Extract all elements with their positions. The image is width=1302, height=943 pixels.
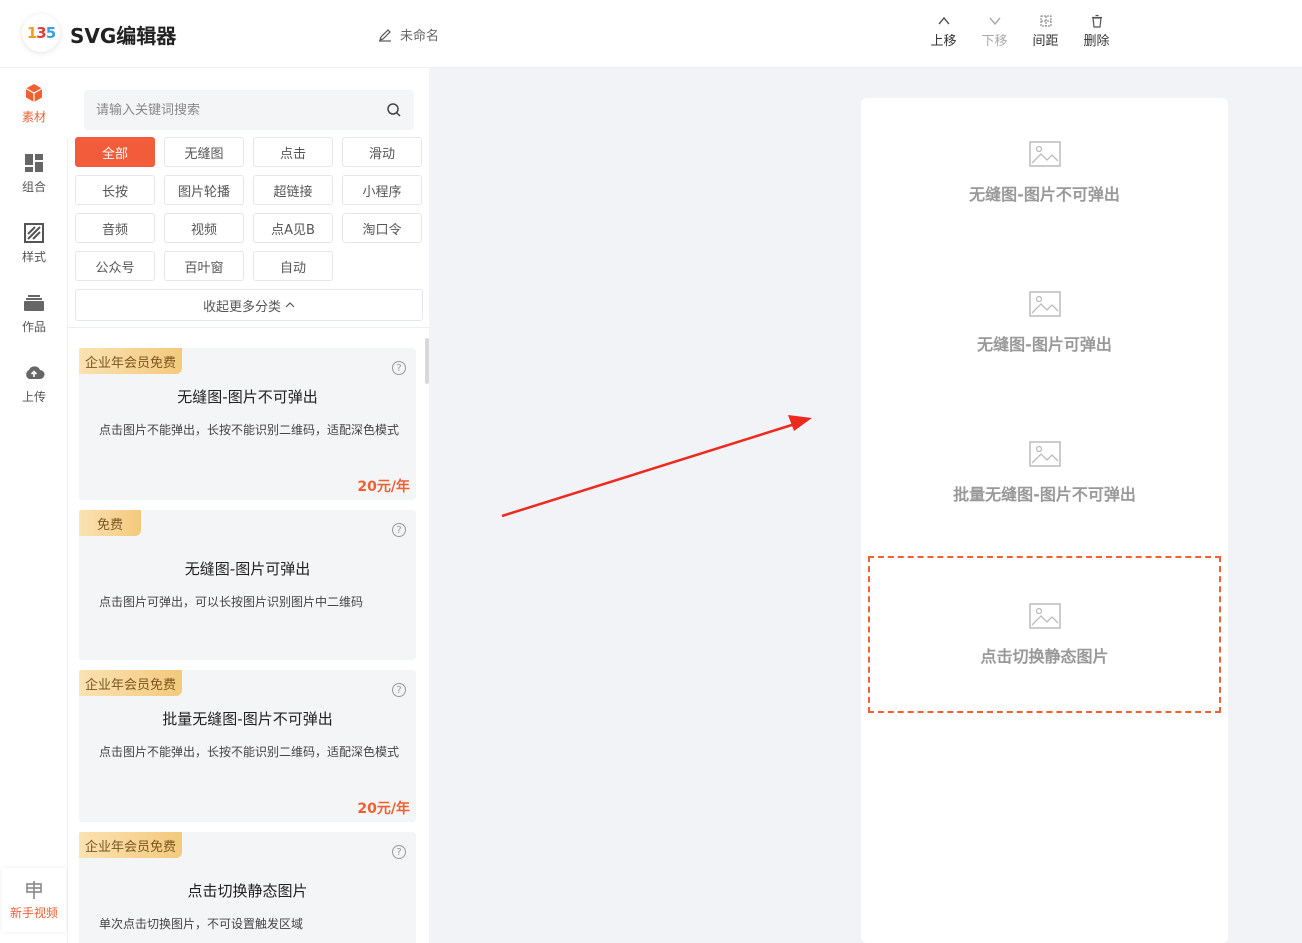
image-placeholder-icon bbox=[1028, 441, 1061, 467]
card-description: 点击图片不能弹出，长按不能识别二维码，适配深色模式 bbox=[99, 423, 400, 437]
canvas-block[interactable]: 无缝图-图片不可弹出 bbox=[861, 98, 1228, 248]
move-up-button[interactable]: 上移 bbox=[918, 14, 969, 49]
toolbar: 上移 下移 间距 删除 bbox=[918, 14, 1122, 49]
rail-item-label: 素材 bbox=[21, 109, 46, 124]
search-input[interactable] bbox=[96, 102, 386, 118]
search-box bbox=[84, 90, 414, 130]
app-title: SVG编辑器 bbox=[70, 24, 177, 48]
category-tag-auto[interactable]: 自动 bbox=[253, 251, 333, 281]
video-guide-icon bbox=[26, 880, 42, 899]
canvas-block-label: 无缝图-图片可弹出 bbox=[977, 335, 1112, 354]
material-card[interactable]: 免费 ? 无缝图-图片可弹出 点击图片可弹出，可以长按图片识别图片中二维码 bbox=[79, 510, 416, 660]
move-down-label: 下移 bbox=[981, 34, 1008, 49]
help-icon[interactable]: ? bbox=[392, 523, 406, 537]
collapse-label: 收起更多分类 bbox=[202, 299, 281, 315]
trash-icon bbox=[1091, 14, 1102, 28]
material-list: 企业年会员免费 ? 无缝图-图片不可弹出 点击图片不能弹出，长按不能识别二维码，… bbox=[68, 328, 429, 943]
canvas-block-label: 批量无缝图-图片不可弹出 bbox=[953, 485, 1136, 504]
help-icon[interactable]: ? bbox=[392, 683, 406, 697]
image-placeholder-icon bbox=[1028, 602, 1061, 629]
card-description: 单次点击切换图片，不可设置触发区域 bbox=[99, 917, 304, 931]
category-tag-mini-program[interactable]: 小程序 bbox=[342, 175, 422, 205]
image-placeholder-icon bbox=[1028, 141, 1061, 167]
material-card[interactable]: 企业年会员免费 ? 批量无缝图-图片不可弹出 点击图片不能弹出，长按不能识别二维… bbox=[79, 670, 416, 822]
left-rail: 素材 组合 样式 作品 上传 新手视频 bbox=[0, 68, 68, 943]
category-tag-slide[interactable]: 滑动 bbox=[342, 137, 422, 167]
chevron-up-icon bbox=[285, 302, 295, 308]
rail-item-label: 上传 bbox=[21, 389, 46, 404]
rail-item-combos[interactable]: 组合 bbox=[0, 138, 68, 208]
beginner-video-button[interactable]: 新手视频 bbox=[2, 868, 66, 932]
category-tag-seamless[interactable]: 无缝图 bbox=[164, 137, 244, 167]
card-title: 无缝图-图片可弹出 bbox=[184, 560, 311, 578]
rail-item-styles[interactable]: 样式 bbox=[0, 208, 68, 278]
document-name-label: 未命名 bbox=[400, 29, 440, 44]
material-card[interactable]: 企业年会员免费 ? 点击切换静态图片 单次点击切换图片，不可设置触发区域 bbox=[79, 832, 416, 943]
card-title: 无缝图-图片不可弹出 bbox=[177, 388, 318, 406]
card-price: 20元/年 bbox=[357, 801, 410, 817]
category-tag-audio[interactable]: 音频 bbox=[75, 213, 155, 243]
canvas-block[interactable]: 批量无缝图-图片不可弹出 bbox=[861, 398, 1228, 548]
card-price: 20元/年 bbox=[357, 479, 410, 495]
membership-badge: 企业年会员免费 bbox=[79, 348, 183, 374]
category-tag-video[interactable]: 视频 bbox=[164, 213, 244, 243]
spacing-button[interactable]: 间距 bbox=[1020, 14, 1071, 49]
category-tag-click[interactable]: 点击 bbox=[253, 137, 333, 167]
help-icon[interactable]: ? bbox=[392, 845, 406, 859]
layers-icon bbox=[24, 294, 44, 311]
artboard: 无缝图-图片不可弹出 无缝图-图片可弹出 批量无缝图-图片不可弹出 点击切换静态… bbox=[861, 98, 1228, 943]
beginner-video-label: 新手视频 bbox=[9, 905, 58, 920]
rail-item-label: 样式 bbox=[21, 249, 46, 264]
app-logo[interactable]: 135 bbox=[22, 14, 60, 52]
membership-badge: 企业年会员免费 bbox=[79, 832, 183, 858]
category-tag-blinds[interactable]: 百叶窗 bbox=[164, 251, 244, 281]
material-card[interactable]: 企业年会员免费 ? 无缝图-图片不可弹出 点击图片不能弹出，长按不能识别二维码，… bbox=[79, 348, 416, 500]
material-panel: 全部 无缝图 点击 滑动 长按 图片轮播 超链接 小程序 音频 视频 点A见B … bbox=[68, 68, 429, 943]
delete-label: 删除 bbox=[1083, 34, 1110, 49]
category-tags: 全部 无缝图 点击 滑动 长按 图片轮播 超链接 小程序 音频 视频 点A见B … bbox=[75, 137, 425, 281]
category-tag-a-to-b[interactable]: 点A见B bbox=[253, 213, 333, 243]
membership-badge: 企业年会员免费 bbox=[79, 670, 183, 696]
collapse-categories-button[interactable]: 收起更多分类 bbox=[75, 289, 423, 321]
category-tag-hyperlink[interactable]: 超链接 bbox=[253, 175, 333, 205]
card-title: 批量无缝图-图片不可弹出 bbox=[162, 710, 333, 728]
style-icon bbox=[24, 222, 44, 243]
top-header: 135 SVG编辑器 未命名 上移 下移 间距 删除 bbox=[0, 0, 1302, 68]
category-tag-long-press[interactable]: 长按 bbox=[75, 175, 155, 205]
document-name[interactable]: 未命名 bbox=[378, 25, 439, 44]
category-tag-taobao-code[interactable]: 淘口令 bbox=[342, 213, 422, 243]
edit-pencil-icon bbox=[379, 28, 391, 42]
rail-item-works[interactable]: 作品 bbox=[0, 278, 68, 348]
layout-icon bbox=[25, 153, 43, 172]
rail-item-label: 作品 bbox=[21, 319, 46, 334]
spacing-icon bbox=[1040, 15, 1051, 27]
delete-button[interactable]: 删除 bbox=[1071, 14, 1122, 49]
move-down-button[interactable]: 下移 bbox=[969, 14, 1020, 49]
help-icon[interactable]: ? bbox=[392, 361, 406, 375]
cube-icon bbox=[25, 83, 43, 102]
chevron-up-icon bbox=[937, 16, 950, 25]
category-tag-all[interactable]: 全部 bbox=[75, 137, 155, 167]
canvas-block[interactable]: 无缝图-图片可弹出 bbox=[861, 248, 1228, 398]
card-description: 点击图片可弹出，可以长按图片识别图片中二维码 bbox=[99, 595, 364, 609]
card-title: 点击切换静态图片 bbox=[187, 882, 308, 900]
search-icon[interactable] bbox=[386, 102, 402, 118]
spacing-label: 间距 bbox=[1032, 34, 1059, 49]
image-placeholder-icon bbox=[1028, 291, 1061, 317]
cloud-upload-icon bbox=[26, 365, 45, 379]
free-badge: 免费 bbox=[79, 510, 142, 536]
canvas-block-label: 点击切换静态图片 bbox=[980, 646, 1109, 666]
canvas-block-selected[interactable]: 点击切换静态图片 bbox=[868, 556, 1221, 713]
category-tag-carousel[interactable]: 图片轮播 bbox=[164, 175, 244, 205]
card-description: 点击图片不能弹出，长按不能识别二维码，适配深色模式 bbox=[99, 745, 400, 759]
chevron-down-icon bbox=[988, 17, 1001, 26]
category-tag-official-account[interactable]: 公众号 bbox=[75, 251, 155, 281]
rail-item-label: 组合 bbox=[21, 179, 46, 194]
logo-text: 135 bbox=[26, 24, 56, 42]
rail-item-upload[interactable]: 上传 bbox=[0, 348, 68, 418]
canvas-block-label: 无缝图-图片不可弹出 bbox=[969, 185, 1120, 204]
rail-item-materials[interactable]: 素材 bbox=[0, 68, 68, 138]
move-up-label: 上移 bbox=[930, 34, 957, 49]
